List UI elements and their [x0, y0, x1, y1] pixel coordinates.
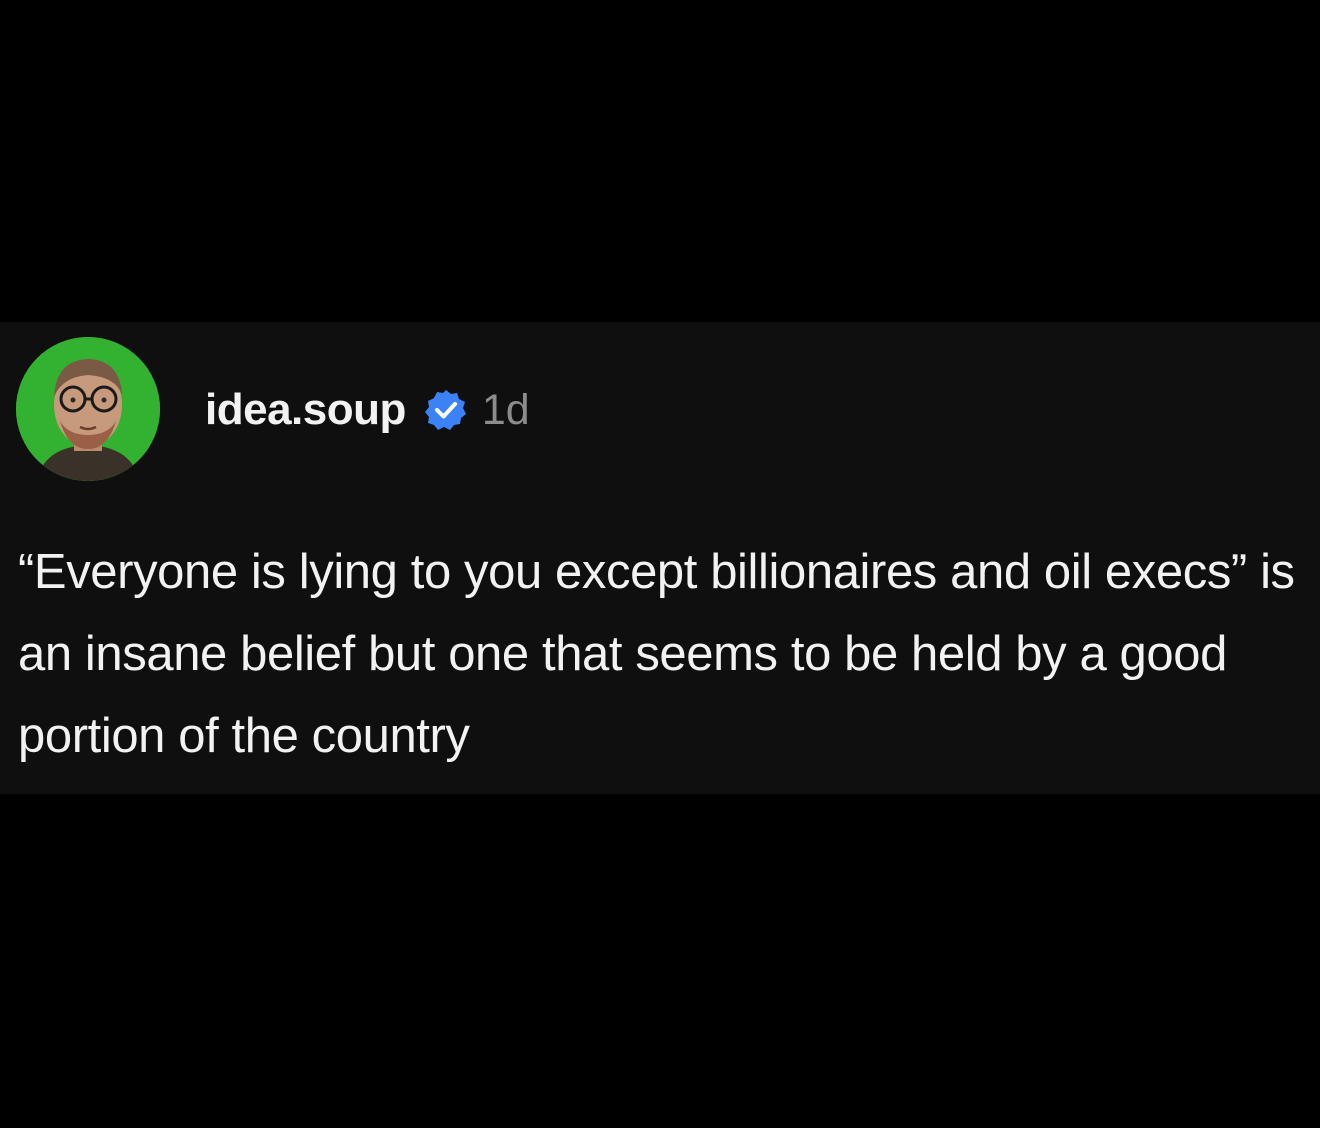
username[interactable]: idea.soup	[205, 380, 406, 440]
post-card: idea.soup 1d “Everyone is lying to you e…	[0, 322, 1320, 794]
avatar[interactable]	[16, 337, 160, 481]
verified-badge-icon	[424, 388, 468, 432]
post-header: idea.soup 1d	[205, 380, 530, 440]
post-text: “Everyone is lying to you except billion…	[18, 545, 1295, 763]
post-timestamp: 1d	[481, 386, 530, 434]
avatar-portrait-icon	[16, 337, 160, 481]
